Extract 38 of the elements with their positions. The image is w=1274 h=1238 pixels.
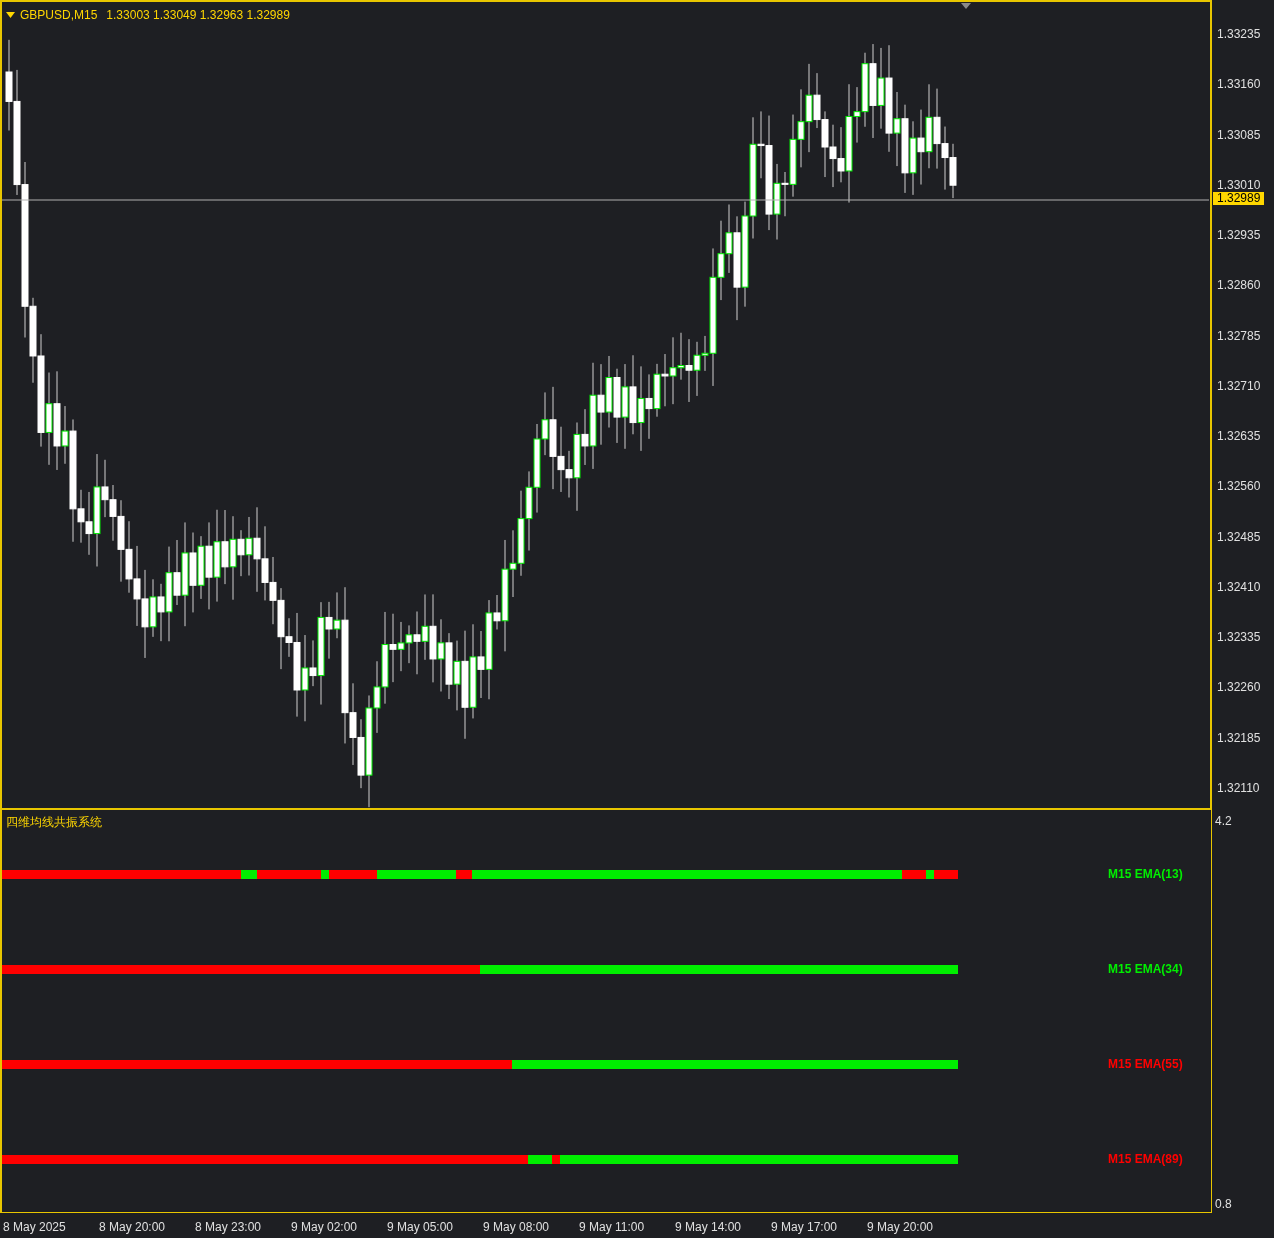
- time-tick-label: 9 May 02:00: [291, 1219, 358, 1236]
- price-tick-label: 1.32935: [1217, 228, 1261, 242]
- time-tick-label: 9 May 17:00: [771, 1219, 838, 1236]
- price-tick-label: 1.32260: [1217, 680, 1261, 695]
- current-price-label: 1.32989: [1213, 192, 1265, 205]
- price-tick-label: 1.33010: [1217, 177, 1261, 192]
- price-tick-label: 1.32335: [1217, 630, 1261, 644]
- ema-label: M15 EMA(55): [1108, 1056, 1183, 1073]
- price-tick-label: 1.32410: [1217, 579, 1261, 594]
- ema-label: M15 EMA(89): [1108, 1151, 1183, 1168]
- price-tick-label: 1.32860: [1217, 278, 1261, 293]
- ema-label: M15 EMA(13): [1108, 866, 1183, 883]
- ohlc-values: 1.33003 1.33049 1.32963 1.32989: [106, 7, 290, 24]
- dropdown-triangle-icon[interactable]: [6, 12, 15, 18]
- time-tick-label: 9 May 11:00: [579, 1219, 645, 1236]
- price-tick-label: 1.32185: [1217, 730, 1261, 745]
- price-tick-label: 1.33085: [1217, 127, 1261, 142]
- indicator-title: 四维均线共振系统: [6, 814, 103, 830]
- price-tick-label: 1.32785: [1217, 328, 1261, 343]
- price-tick-label: 1.32635: [1217, 429, 1261, 443]
- time-tick-label: 8 May 23:00: [195, 1219, 262, 1236]
- time-tick-label: 8 May 20:00: [99, 1219, 166, 1236]
- price-tick-label: 1.33160: [1217, 77, 1261, 92]
- price-tick-label: 1.32110: [1217, 780, 1260, 795]
- ema-label: M15 EMA(34): [1108, 961, 1183, 978]
- time-tick-label: 9 May 14:00: [675, 1219, 742, 1236]
- chart-symbol: GBPUSD,M15: [20, 7, 98, 24]
- scroll-marker-icon[interactable]: [961, 3, 971, 9]
- price-tick-label: 1.32560: [1217, 479, 1261, 494]
- price-tick-label: 1.32710: [1217, 378, 1261, 393]
- time-tick-label: 9 May 20:00: [867, 1219, 934, 1236]
- time-tick-label: 8 May 2025: [3, 1219, 66, 1236]
- price-tick-label: 1.33235: [1217, 27, 1261, 41]
- price-tick-label: 1.32485: [1217, 529, 1261, 544]
- time-tick-label: 9 May 08:00: [483, 1219, 550, 1236]
- time-tick-label: 9 May 05:00: [387, 1219, 454, 1236]
- indicator-axis-label: 4.2: [1215, 813, 1232, 830]
- indicator-axis-label: 0.8: [1215, 1196, 1232, 1213]
